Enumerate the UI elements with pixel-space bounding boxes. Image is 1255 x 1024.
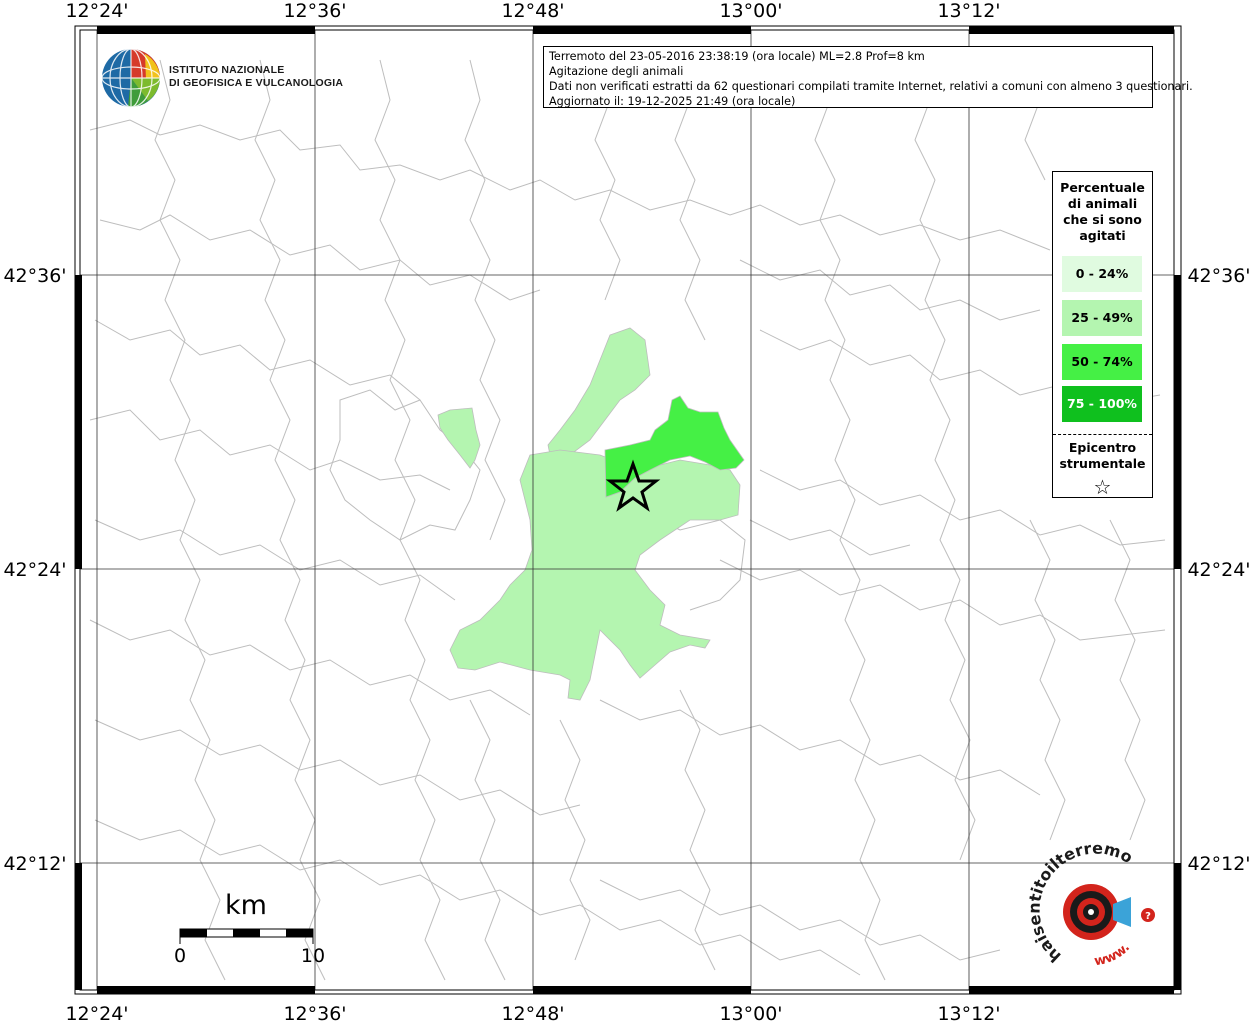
lon-label: 13°00': [719, 0, 782, 22]
ingv-logo-text: ISTITUTO NAZIONALE DI GEOFISICA E VULCAN…: [169, 64, 343, 90]
info-line-event: Terremoto del 23-05-2016 23:38:19 (ora l…: [549, 50, 925, 63]
legend-panel: Percentuale di animali che si sono agita…: [1052, 171, 1153, 498]
legend-item-75-100: 75 - 100%: [1062, 386, 1142, 422]
ingv-line-1: ISTITUTO NAZIONALE: [169, 64, 285, 76]
scale-min-label: 0: [174, 945, 186, 967]
legend-item-50-74: 50 - 74%: [1062, 344, 1142, 380]
svg-text:?: ?: [1145, 911, 1151, 922]
legend-star-icon: ☆: [1093, 475, 1112, 499]
lat-label: 42°36': [1187, 265, 1250, 287]
lat-label: 42°24': [1187, 559, 1250, 581]
map-canvas[interactable]: 12°24' 12°36' 12°48' 13°00' 13°12' 12°24…: [0, 0, 1255, 1024]
lat-label: 42°24': [3, 559, 66, 581]
legend-item-label: 50 - 74%: [1071, 354, 1133, 369]
legend-title-line: che si sono: [1063, 212, 1142, 227]
legend-title: Percentuale di animali che si sono agita…: [1053, 180, 1152, 244]
lon-label: 12°24': [65, 1003, 128, 1024]
legend-item-25-49: 25 - 49%: [1062, 300, 1142, 336]
lat-label: 42°36': [3, 265, 66, 287]
legend-epicenter-line: Epicentro: [1068, 440, 1137, 455]
latitude-labels-left: 42°36' 42°24' 42°12': [3, 265, 66, 875]
info-line-source: Dati non verificati estratti da 62 quest…: [549, 80, 1193, 93]
lat-label: 42°12': [1187, 853, 1250, 875]
legend-epicenter-line: strumentale: [1059, 456, 1146, 471]
longitude-labels-bottom: 12°24' 12°36' 12°48' 13°00' 13°12': [65, 1003, 1000, 1024]
legend-title-line: agitati: [1079, 228, 1126, 243]
lon-label: 12°36': [283, 1003, 346, 1024]
legend-item-0-24: 0 - 24%: [1062, 256, 1142, 292]
legend-item-label: 25 - 49%: [1071, 310, 1133, 325]
lon-label: 13°00': [719, 1003, 782, 1024]
legend-item-label: 75 - 100%: [1067, 396, 1137, 411]
ingv-logo-icon: [101, 48, 161, 108]
legend-epicenter-label: Epicentro strumentale: [1053, 440, 1152, 472]
longitude-labels-top: 12°24' 12°36' 12°48' 13°00' 13°12': [65, 0, 1000, 22]
info-line-title: Agitazione degli animali: [549, 65, 684, 78]
lon-label: 12°36': [283, 0, 346, 22]
ingv-line-2: DI GEOFISICA E VULCANOLOGIA: [169, 77, 344, 89]
legend-item-label: 0 - 24%: [1075, 266, 1129, 281]
legend-title-line: di animali: [1067, 196, 1138, 211]
scale-max-label: 10: [301, 945, 325, 967]
lat-label: 42°12': [3, 853, 66, 875]
lon-label: 12°24': [65, 0, 128, 22]
earthquake-info-box: Terremoto del 23-05-2016 23:38:19 (ora l…: [543, 46, 1193, 108]
info-line-updated: Aggiornato il: 19-12-2025 21:49 (ora loc…: [549, 95, 796, 108]
scale-unit: km: [225, 890, 267, 921]
lon-label: 13°12': [937, 0, 1000, 22]
lon-label: 12°48': [501, 1003, 564, 1024]
lon-label: 13°12': [937, 1003, 1000, 1024]
legend-title-line: Percentuale: [1060, 180, 1145, 195]
lon-label: 12°48': [501, 0, 564, 22]
legend-divider: [1053, 434, 1152, 435]
latitude-labels-right: 42°36' 42°24' 42°12': [1187, 265, 1250, 875]
